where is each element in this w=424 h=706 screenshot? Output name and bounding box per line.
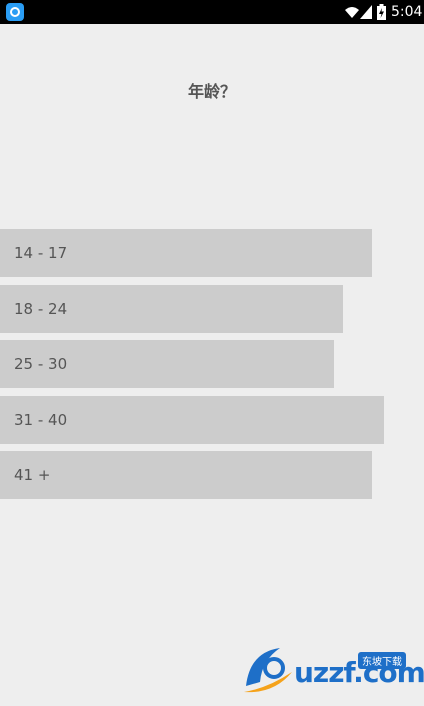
- status-time: 5:04: [391, 4, 423, 20]
- app-icon: [6, 3, 24, 21]
- battery-charging-icon: [377, 4, 386, 20]
- watermark: uzzf.com 东坡下载: [240, 642, 424, 698]
- age-option-41-plus[interactable]: 41 +: [0, 451, 372, 499]
- age-option-25-30[interactable]: 25 - 30: [0, 340, 334, 388]
- signal-icon: [360, 5, 372, 19]
- status-bar: 5:04: [0, 0, 424, 24]
- watermark-tag: 东坡下载: [358, 652, 406, 669]
- age-option-14-17[interactable]: 14 - 17: [0, 229, 372, 277]
- screen: 5:04 年龄？ 14 - 17 18 - 24 25 - 30 31 - 40…: [0, 0, 424, 706]
- age-option-18-24[interactable]: 18 - 24: [0, 285, 343, 333]
- watermark-logo-icon: [244, 648, 292, 693]
- age-option-31-40[interactable]: 31 - 40: [0, 396, 384, 444]
- wifi-icon: [345, 7, 359, 18]
- question-title: 年龄？: [187, 82, 236, 101]
